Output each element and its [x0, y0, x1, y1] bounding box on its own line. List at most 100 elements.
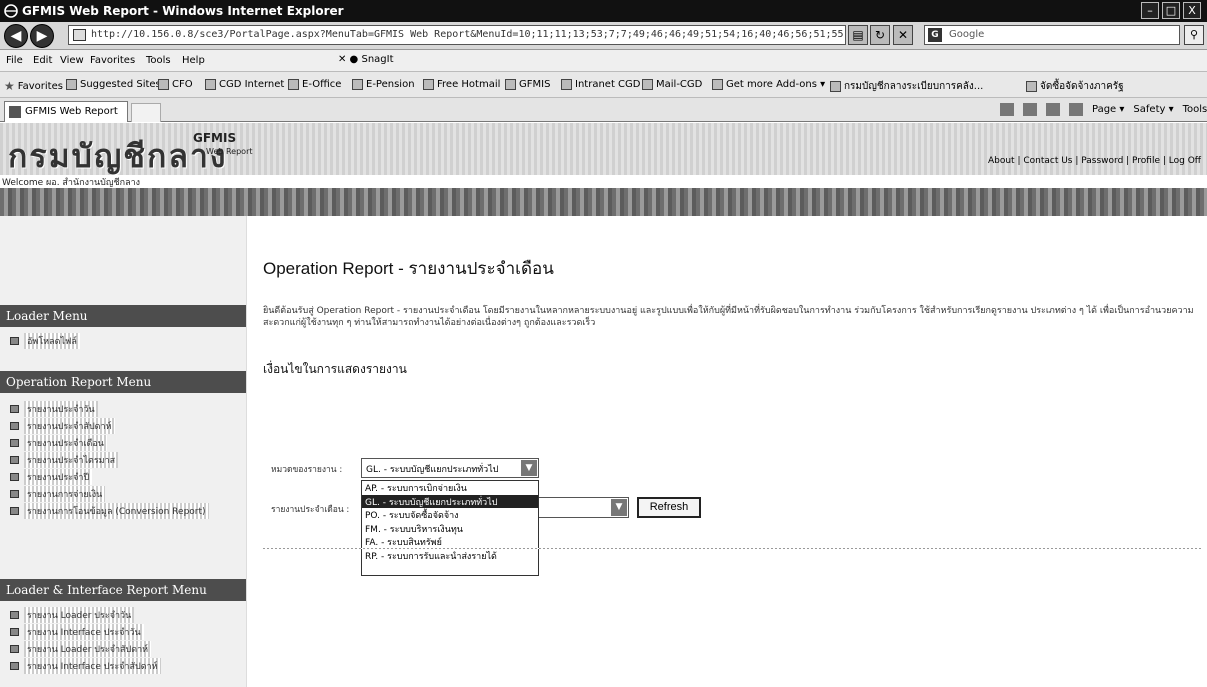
dropdown-option[interactable]: RP. - ระบบการรับและนำส่งรายได้	[362, 549, 538, 563]
stop-icon[interactable]: ✕	[893, 25, 913, 45]
fav-label: Intranet CGD	[575, 79, 641, 90]
menu-edit[interactable]: Edit	[33, 55, 52, 66]
favicon-icon	[205, 79, 216, 90]
dropdown-option-selected[interactable]: GL. - ระบบบัญชีแยกประเภททั่วไป	[362, 494, 538, 508]
star-icon: ★	[4, 79, 15, 93]
bullet-icon	[10, 456, 19, 464]
sidebar-item-quarterly[interactable]: รายงานประจำไตรมาส	[10, 452, 119, 468]
sidebar-divider	[246, 216, 247, 687]
forward-icon[interactable]: ▶	[30, 24, 54, 48]
favorites-button[interactable]: ★ Favorites	[4, 79, 63, 93]
fav-procurement[interactable]: จัดซื้อจัดจ้างภาครัฐ	[1026, 79, 1124, 94]
fav-free-hotmail[interactable]: Free Hotmail	[423, 79, 500, 90]
safety-menu[interactable]: Safety ▾	[1133, 104, 1173, 115]
compatibility-icon[interactable]: ▤	[848, 25, 868, 45]
menu-bar: File Edit View Favorites Tools Help ✕ ● …	[0, 50, 1207, 72]
command-bar: Page ▾ Safety ▾ Tools ▾	[1000, 103, 1207, 116]
page-menu[interactable]: Page ▾	[1092, 104, 1124, 115]
print-icon[interactable]	[1069, 103, 1083, 116]
dropdown-option[interactable]: PO. - ระบบจัดซื้อจัดจ้าง	[362, 508, 538, 522]
menu-tools[interactable]: Tools	[146, 55, 171, 66]
menu-view[interactable]: View	[60, 55, 84, 66]
dropdown-option[interactable]: AP. - ระบบการเบิกจ่ายเงิน	[362, 481, 538, 495]
bullet-icon	[10, 490, 19, 498]
page-icon	[73, 29, 86, 41]
conditions-heading: เงื่อนไขในการแสดงรายงาน	[263, 362, 407, 376]
chevron-down-icon[interactable]: ▼	[521, 460, 537, 476]
page-title: Operation Report - รายงานประจำเดือน	[263, 259, 554, 278]
system-dropdown-list: AP. - ระบบการเบิกจ่ายเงิน GL. - ระบบบัญช…	[361, 480, 539, 576]
address-input[interactable]: http://10.156.0.8/sce3/PortalPage.aspx?M…	[68, 25, 846, 45]
report-select[interactable]: ▼	[537, 497, 629, 518]
sidebar-item-conversion[interactable]: รายงานการโอนข้อมูล (Conversion Report)	[10, 503, 230, 519]
tab-strip: GFMIS Web Report Page ▾ Safety ▾ Tools ▾	[0, 98, 1207, 122]
header-banner	[0, 188, 1207, 216]
loader-menu-header: Loader Menu	[0, 305, 246, 327]
home-icon[interactable]	[1000, 103, 1014, 116]
fav-label: CGD Internet	[219, 79, 285, 90]
bullet-icon	[10, 628, 19, 636]
window-titlebar: GFMIS Web Report - Windows Internet Expl…	[0, 0, 1207, 22]
search-icon[interactable]: ⚲	[1184, 25, 1204, 45]
mail-icon[interactable]	[1046, 103, 1060, 116]
fav-label: Mail-CGD	[656, 79, 703, 90]
sidebar-item-label: รายงานประจำปี	[24, 469, 93, 485]
url-text: http://10.156.0.8/sce3/PortalPage.aspx?M…	[91, 29, 846, 40]
new-tab-button[interactable]	[131, 103, 161, 122]
dropdown-option[interactable]: FM. - ระบบบริหารเงินทุน	[362, 522, 538, 536]
menu-file[interactable]: File	[6, 55, 23, 66]
minimize-button[interactable]: –	[1141, 2, 1159, 19]
system-select[interactable]: GL. - ระบบบัญชีแยกประเภททั่วไป ▼	[361, 458, 539, 478]
maximize-button[interactable]: □	[1162, 2, 1180, 19]
refresh-page-icon[interactable]: ↻	[870, 25, 890, 45]
sidebar-item-interface-weekly[interactable]: รายงาน Interface ประจำสัปดาห์	[10, 658, 161, 674]
fav-suggested-sites[interactable]: Suggested Sites ▾	[66, 79, 169, 90]
sidebar-item-label: รายงาน Interface ประจำวัน	[24, 624, 144, 640]
fav-e-pension[interactable]: E-Pension	[352, 79, 415, 90]
window-title: GFMIS Web Report - Windows Internet Expl…	[22, 4, 344, 18]
header-links[interactable]: About | Contact Us | Password | Profile …	[988, 156, 1201, 166]
fav-cfo[interactable]: CFO	[158, 79, 193, 90]
dropdown-option[interactable]: FA. - ระบบสินทรัพย์	[362, 535, 538, 549]
feeds-icon[interactable]	[1023, 103, 1037, 116]
fav-mail-cgd[interactable]: Mail-CGD	[642, 79, 702, 90]
sidebar-item-monthly[interactable]: รายงานประจำเดือน	[10, 435, 107, 451]
sidebar-item-payment[interactable]: รายงานการจ่ายเงิน	[10, 486, 106, 502]
sidebar-item-loader-daily[interactable]: รายงาน Loader ประจำวัน	[10, 607, 135, 623]
sidebar-item-yearly[interactable]: รายงานประจำปี	[10, 469, 93, 485]
snagit-button[interactable]: ✕ ● SnagIt	[338, 54, 394, 65]
chevron-down-icon[interactable]: ▼	[611, 499, 627, 516]
sidebar-item-label: รายงานประจำเดือน	[24, 435, 107, 451]
sidebar-item-label: รายงาน Interface ประจำสัปดาห์	[24, 658, 161, 674]
fav-cgd-internet[interactable]: CGD Internet	[205, 79, 284, 90]
sidebar-item-upload[interactable]: อัพโหลดไฟล์	[10, 333, 80, 349]
fav-cgd-regulations[interactable]: กรมบัญชีกลางระเบียบการคลัง...	[830, 79, 983, 94]
sidebar-item-daily[interactable]: รายงานประจำวัน	[10, 401, 98, 417]
fav-label: Get more Add-ons ▾	[726, 79, 826, 90]
bullet-icon	[10, 439, 19, 447]
close-window-button[interactable]: X	[1183, 2, 1201, 19]
tab-gfmis-web-report[interactable]: GFMIS Web Report	[4, 101, 128, 122]
tools-menu[interactable]: Tools ▾	[1183, 104, 1207, 115]
favicon-icon	[561, 79, 572, 90]
bullet-icon	[10, 662, 19, 670]
menu-help[interactable]: Help	[182, 55, 205, 66]
sidebar-item-loader-weekly[interactable]: รายงาน Loader ประจำสัปดาห์	[10, 641, 152, 657]
favicon-icon	[642, 79, 653, 90]
operation-menu-header: Operation Report Menu	[0, 371, 246, 393]
favicon-icon	[66, 79, 77, 90]
sidebar-item-interface-daily[interactable]: รายงาน Interface ประจำวัน	[10, 624, 144, 640]
refresh-button[interactable]: Refresh	[637, 497, 701, 518]
sidebar-item-weekly[interactable]: รายงานประจำสัปดาห์	[10, 418, 115, 434]
menu-favorites[interactable]: Favorites	[90, 55, 135, 66]
fav-label: E-Pension	[366, 79, 415, 90]
fav-label: Suggested Sites ▾	[80, 79, 169, 90]
search-input[interactable]: G Google	[924, 25, 1180, 45]
sidebar-item-label: รายงานประจำไตรมาส	[24, 452, 119, 468]
fav-intranet-cgd[interactable]: Intranet CGD	[561, 79, 640, 90]
back-icon[interactable]: ◀	[4, 24, 28, 48]
fav-get-addons[interactable]: Get more Add-ons ▾	[712, 79, 825, 90]
fav-gfmis[interactable]: GFMIS	[505, 79, 550, 90]
fav-e-office[interactable]: E-Office	[288, 79, 341, 90]
favicon-icon	[158, 79, 169, 90]
